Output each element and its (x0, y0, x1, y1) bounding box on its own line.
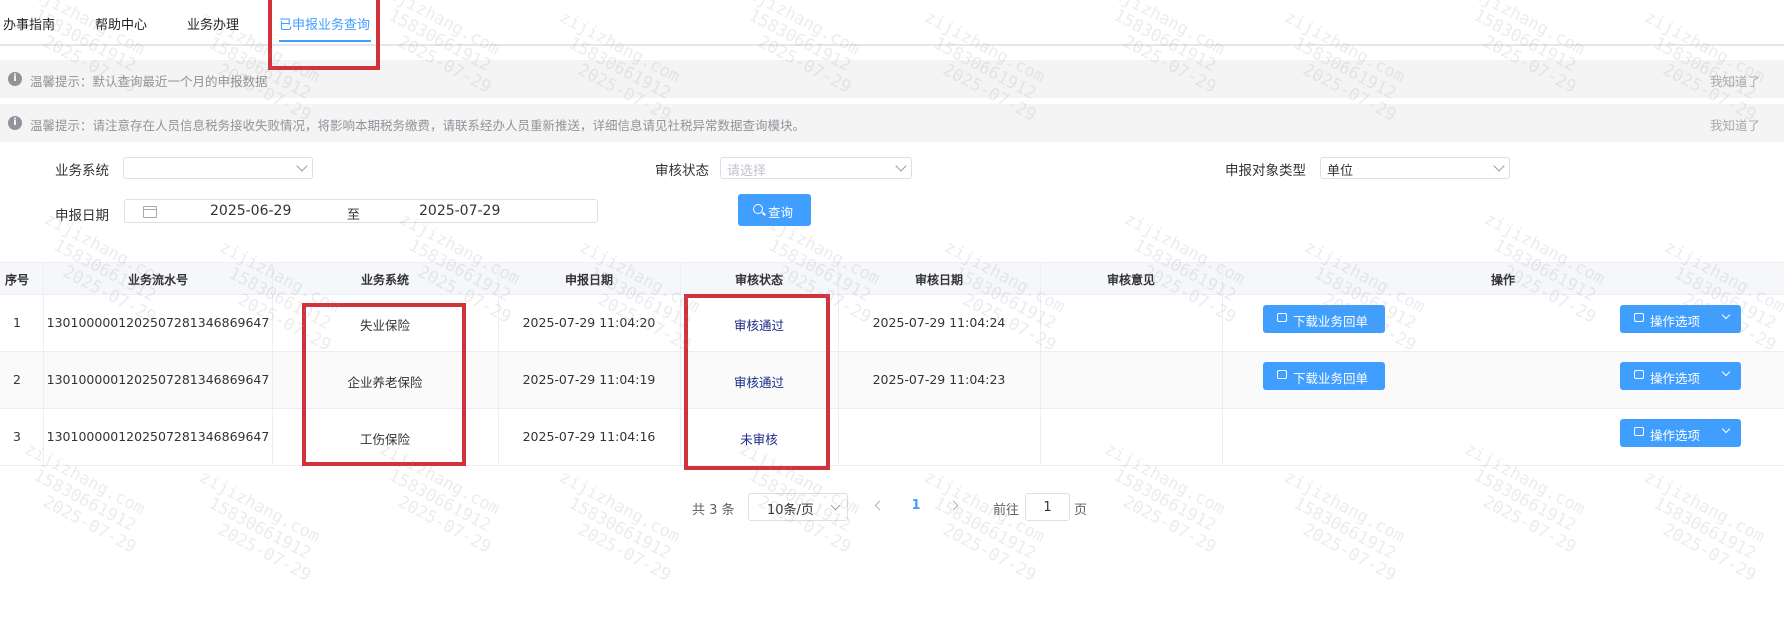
table-row: 3 1301000001202507281346869647 工伤保险 2025… (0, 409, 1784, 466)
page-size-select[interactable]: 10条/页 (748, 493, 848, 521)
goto-suffix: 页 (1074, 503, 1088, 518)
annotation-box-status (684, 294, 830, 470)
column-divider (838, 262, 839, 466)
info-icon: i (8, 72, 22, 86)
row-audit-date: 2025-07-29 11:04:24 (872, 315, 1006, 330)
annotation-box-tab (268, 0, 380, 70)
action-options-label: 操作选项 (1650, 371, 1701, 386)
column-divider (43, 262, 44, 466)
object-type-value: 单位 (1327, 164, 1354, 179)
row-index: 2 (13, 372, 21, 387)
calendar-icon (143, 206, 157, 218)
search-icon (753, 204, 763, 214)
printer-icon (1277, 370, 1287, 379)
chevron-down-icon (895, 160, 907, 172)
page-size-value: 10条/页 (767, 503, 814, 518)
action-options-button[interactable]: 操作选项 (1620, 419, 1741, 447)
download-receipt-label: 下载业务回单 (1293, 371, 1369, 386)
row-index: 3 (13, 429, 21, 444)
tab-business-handling[interactable]: 业务办理 (187, 14, 239, 33)
object-type-label: 申报对象类型 (1225, 163, 1306, 179)
row-audit-date: 2025-07-29 11:04:23 (872, 372, 1006, 387)
column-divider (498, 262, 499, 466)
chevron-down-icon (1721, 310, 1731, 320)
notice-dismiss-button[interactable]: 我知道了 (1710, 115, 1760, 134)
start-date[interactable]: 2025-06-29 (210, 203, 291, 219)
prev-page-icon[interactable] (874, 500, 885, 511)
business-system-label: 业务系统 (55, 163, 109, 179)
notice-text: 温馨提示：请注意存在人员信息税务接收失败情况，将影响本期税务缴费，请联系经办人员… (30, 118, 806, 133)
table-header: 序号 业务流水号 业务系统 申报日期 审核状态 审核日期 审核意见 操作 (0, 262, 1784, 295)
printer-icon (1634, 313, 1644, 322)
column-divider (272, 262, 273, 466)
watermark-text: zijizhang.com 15830661912 2025-07-29 (1263, 467, 1408, 586)
col-index: 序号 (4, 273, 29, 287)
col-system: 业务系统 (360, 273, 409, 287)
table-row: 2 1301000001202507281346869647 企业养老保险 20… (0, 352, 1784, 409)
notice-text: 温馨提示：默认查询最近一个月的申报数据 (30, 74, 268, 89)
page-number-current[interactable]: 1 (908, 498, 924, 513)
row-serial: 1301000001202507281346869647 (46, 429, 270, 444)
col-serial: 业务流水号 (127, 273, 188, 287)
col-declare-date: 申报日期 (564, 273, 613, 287)
query-button[interactable]: 查询 (738, 194, 811, 226)
watermark-text: zijizhang.com 15830661912 2025-07-29 (538, 467, 683, 586)
notice-tax-failure: i 温馨提示：请注意存在人员信息税务接收失败情况，将影响本期税务缴费，请联系经办… (0, 104, 1784, 142)
declare-date-range-picker[interactable]: 2025-06-29 至 2025-07-29 (124, 199, 598, 223)
action-options-button[interactable]: 操作选项 (1620, 305, 1741, 333)
audit-status-select[interactable]: 请选择 (720, 157, 912, 179)
chevron-down-icon (830, 500, 841, 511)
col-audit-date: 审核日期 (914, 273, 963, 287)
goto-page-input[interactable] (1025, 493, 1070, 521)
row-serial: 1301000001202507281346869647 (46, 372, 270, 387)
next-page-icon[interactable] (948, 500, 959, 511)
watermark-text: zijizhang.com 15830661912 2025-07-29 (903, 467, 1048, 586)
tab-help-center[interactable]: 帮助中心 (95, 14, 147, 33)
col-audit-status: 审核状态 (734, 273, 783, 287)
col-audit-opinion: 审核意见 (1106, 273, 1155, 287)
row-declare-date: 2025-07-29 11:04:16 (522, 429, 656, 444)
audit-status-label: 审核状态 (655, 163, 709, 179)
declare-date-label: 申报日期 (55, 208, 109, 224)
chevron-down-icon (296, 160, 308, 172)
query-button-label: 查询 (768, 205, 794, 220)
chevron-down-icon (1721, 424, 1731, 434)
action-options-label: 操作选项 (1650, 428, 1701, 443)
col-actions: 操作 (1490, 273, 1515, 287)
column-divider (680, 262, 681, 466)
download-receipt-label: 下载业务回单 (1293, 314, 1369, 329)
column-divider (1222, 262, 1223, 466)
download-receipt-button[interactable]: 下载业务回单 (1263, 305, 1385, 333)
column-divider (1040, 262, 1041, 466)
action-options-button[interactable]: 操作选项 (1620, 362, 1741, 390)
object-type-select[interactable]: 单位 (1320, 157, 1510, 179)
watermark-text: zijizhang.com 15830661912 2025-07-29 (178, 467, 323, 586)
action-options-label: 操作选项 (1650, 314, 1701, 329)
printer-icon (1634, 370, 1644, 379)
end-date[interactable]: 2025-07-29 (419, 203, 500, 219)
date-separator: 至 (347, 208, 361, 223)
business-system-select[interactable] (123, 157, 313, 179)
row-index: 1 (13, 315, 21, 330)
chevron-down-icon (1721, 367, 1731, 377)
row-declare-date: 2025-07-29 11:04:20 (522, 315, 656, 330)
table-row: 1 1301000001202507281346869647 失业保险 2025… (0, 295, 1784, 352)
printer-icon (1277, 313, 1287, 322)
notice-dismiss-button[interactable]: 我知道了 (1710, 71, 1760, 90)
pagination-total: 共 3 条 (692, 503, 735, 518)
annotation-box-system (302, 303, 466, 466)
tab-guide[interactable]: 办事指南 (3, 14, 55, 33)
row-declare-date: 2025-07-29 11:04:19 (522, 372, 656, 387)
watermark-text: zijizhang.com 15830661912 2025-07-29 (1623, 467, 1768, 586)
printer-icon (1634, 427, 1644, 436)
audit-status-placeholder: 请选择 (727, 164, 767, 179)
chevron-down-icon (1493, 160, 1505, 172)
info-icon: i (8, 116, 22, 130)
download-receipt-button[interactable]: 下载业务回单 (1263, 362, 1385, 390)
row-serial: 1301000001202507281346869647 (46, 315, 270, 330)
goto-prefix: 前往 (993, 503, 1020, 518)
